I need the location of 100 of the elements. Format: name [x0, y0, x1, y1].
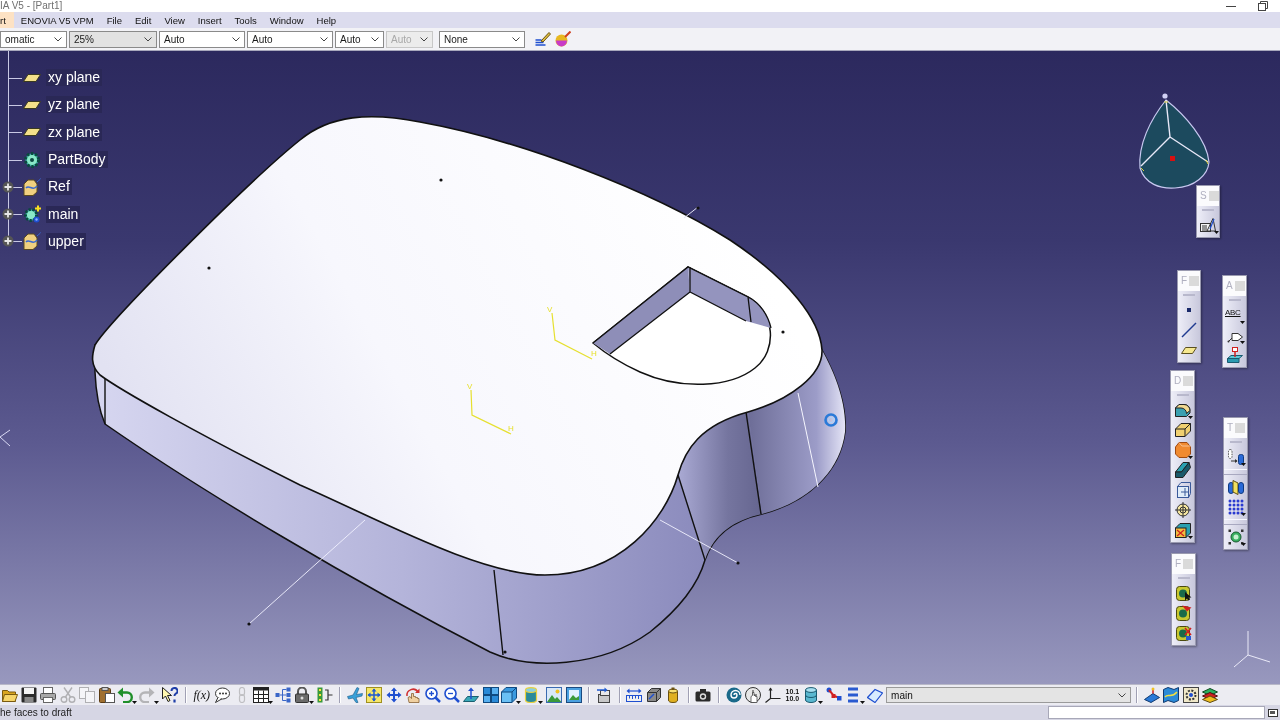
paintbrush-icon[interactable]: [535, 31, 551, 47]
dot-grid-icon[interactable]: [1227, 499, 1244, 515]
caret-icon[interactable]: [1240, 321, 1245, 324]
ruler-icon[interactable]: [626, 687, 643, 703]
folded-map-icon[interactable]: [1163, 687, 1180, 703]
caret-icon[interactable]: [1241, 543, 1246, 546]
framed-picture-icon[interactable]: [565, 687, 582, 703]
marked-box-icon[interactable]: [1174, 522, 1191, 538]
tree-item[interactable]: xy plane: [46, 69, 103, 87]
database-icon[interactable]: [803, 687, 820, 703]
dial-hand-icon[interactable]: [745, 687, 762, 703]
menu-item[interactable]: rt: [0, 12, 14, 28]
pan-icon[interactable]: [385, 687, 402, 703]
four-panes-icon[interactable]: [482, 687, 499, 703]
line-icon[interactable]: [1181, 322, 1197, 338]
menu-item[interactable]: ENOVIA V5 VPM: [15, 12, 99, 28]
mirror-icon[interactable]: [1227, 479, 1244, 495]
menu-item[interactable]: File: [101, 12, 127, 28]
menu-item[interactable]: Edit: [130, 12, 157, 28]
caret-icon[interactable]: [1240, 341, 1245, 344]
node-link-icon[interactable]: [826, 687, 842, 703]
plane-arrow-icon[interactable]: [463, 687, 480, 703]
plane-icon[interactable]: [23, 73, 41, 82]
menu-item[interactable]: Insert: [192, 12, 227, 28]
landscape-picture-icon[interactable]: [546, 687, 563, 703]
capsule-flag-icon[interactable]: [1175, 605, 1192, 621]
zoom-in-icon[interactable]: [424, 687, 441, 703]
plane-icon[interactable]: [1181, 346, 1197, 354]
crosshair-icon[interactable]: [1174, 502, 1191, 518]
hexagon-block-icon[interactable]: [1174, 442, 1191, 458]
dropdown[interactable]: 25%: [69, 30, 157, 48]
stamp-icon[interactable]: [1226, 347, 1243, 363]
caret-icon[interactable]: [1241, 463, 1246, 466]
pin-plate-icon[interactable]: [1143, 687, 1160, 703]
tree-item[interactable]: Ref: [46, 178, 72, 196]
camera-icon[interactable]: [695, 687, 712, 703]
undo-icon[interactable]: [117, 687, 134, 703]
capsule-cross-icon[interactable]: [1175, 625, 1192, 641]
caret-icon[interactable]: [1188, 456, 1193, 459]
minimize-icon[interactable]: [1226, 5, 1236, 7]
axes-icon[interactable]: [764, 687, 781, 703]
pad-icon[interactable]: [1174, 402, 1191, 418]
box-arrow-icon[interactable]: [595, 687, 612, 703]
formula-button[interactable]: f(x): [190, 685, 213, 705]
folder-curve-icon[interactable]: [23, 232, 41, 251]
capsule-pointer-icon[interactable]: [1175, 585, 1192, 601]
panel-icon[interactable]: [1268, 708, 1278, 717]
fit-all-icon[interactable]: [366, 687, 383, 703]
spiral-icon[interactable]: [725, 687, 742, 703]
rotate-hand-icon[interactable]: [405, 687, 422, 703]
airplane-icon[interactable]: [347, 687, 363, 703]
dropdown[interactable]: Auto: [159, 30, 245, 48]
help-icon[interactable]: [162, 687, 179, 703]
dropdown[interactable]: Auto: [335, 30, 384, 48]
expand-icon[interactable]: [2, 180, 14, 193]
caret-icon[interactable]: [1213, 231, 1219, 234]
speech-bubble-icon[interactable]: [214, 687, 231, 703]
compass-icon[interactable]: [1136, 91, 1212, 191]
cube-icon[interactable]: [501, 687, 518, 703]
layer-stack-icon[interactable]: [1201, 687, 1218, 703]
block-icon[interactable]: [1174, 422, 1191, 438]
folder-icon[interactable]: [1, 687, 18, 703]
caret-icon[interactable]: [1188, 536, 1193, 539]
command-field[interactable]: [1048, 706, 1265, 719]
dropdown[interactable]: Auto: [247, 30, 333, 48]
restore-icon[interactable]: [1258, 1, 1268, 11]
slanted-block-icon[interactable]: [1174, 462, 1191, 478]
plane-icon[interactable]: [23, 128, 41, 137]
tree-diagram-icon[interactable]: [275, 687, 292, 703]
caret-icon[interactable]: [1188, 416, 1193, 419]
sheet-icon[interactable]: [867, 687, 884, 703]
printer-icon[interactable]: [40, 687, 57, 703]
menu-item[interactable]: Help: [311, 12, 342, 28]
tree-item[interactable]: upper: [46, 232, 86, 250]
caret-icon[interactable]: [1241, 513, 1246, 516]
dropdown[interactable]: None: [439, 30, 525, 48]
menu-item[interactable]: Tools: [229, 12, 262, 28]
text-annotation-button[interactable]: ABC: [1223, 305, 1246, 325]
tree-item[interactable]: zx plane: [46, 123, 103, 141]
clipboard-icon[interactable]: [98, 687, 115, 703]
zoom-out-icon[interactable]: [443, 687, 460, 703]
scale-icon[interactable]: [1227, 529, 1244, 545]
cube-line-icon[interactable]: [645, 687, 662, 703]
gear-icon[interactable]: [23, 150, 41, 169]
translate-icon[interactable]: [1227, 449, 1244, 465]
padlock-icon[interactable]: [293, 687, 310, 703]
tree-item[interactable]: yz plane: [46, 96, 103, 114]
ball-brush-icon[interactable]: [555, 31, 571, 47]
menu-item[interactable]: Window: [264, 12, 309, 28]
framed-box-icon[interactable]: [1174, 482, 1191, 498]
expand-icon[interactable]: [2, 208, 14, 221]
tree-item[interactable]: main: [46, 205, 81, 223]
expand-icon[interactable]: [2, 235, 14, 248]
bracket-list-icon[interactable]: [316, 687, 333, 703]
table-grid-icon[interactable]: [252, 687, 269, 703]
plane-icon[interactable]: [23, 100, 41, 109]
menu-item[interactable]: View: [159, 12, 190, 28]
sketch-icon[interactable]: [1200, 217, 1216, 233]
dropdown[interactable]: omatic: [0, 30, 67, 48]
dropdown[interactable]: main: [886, 687, 1132, 703]
